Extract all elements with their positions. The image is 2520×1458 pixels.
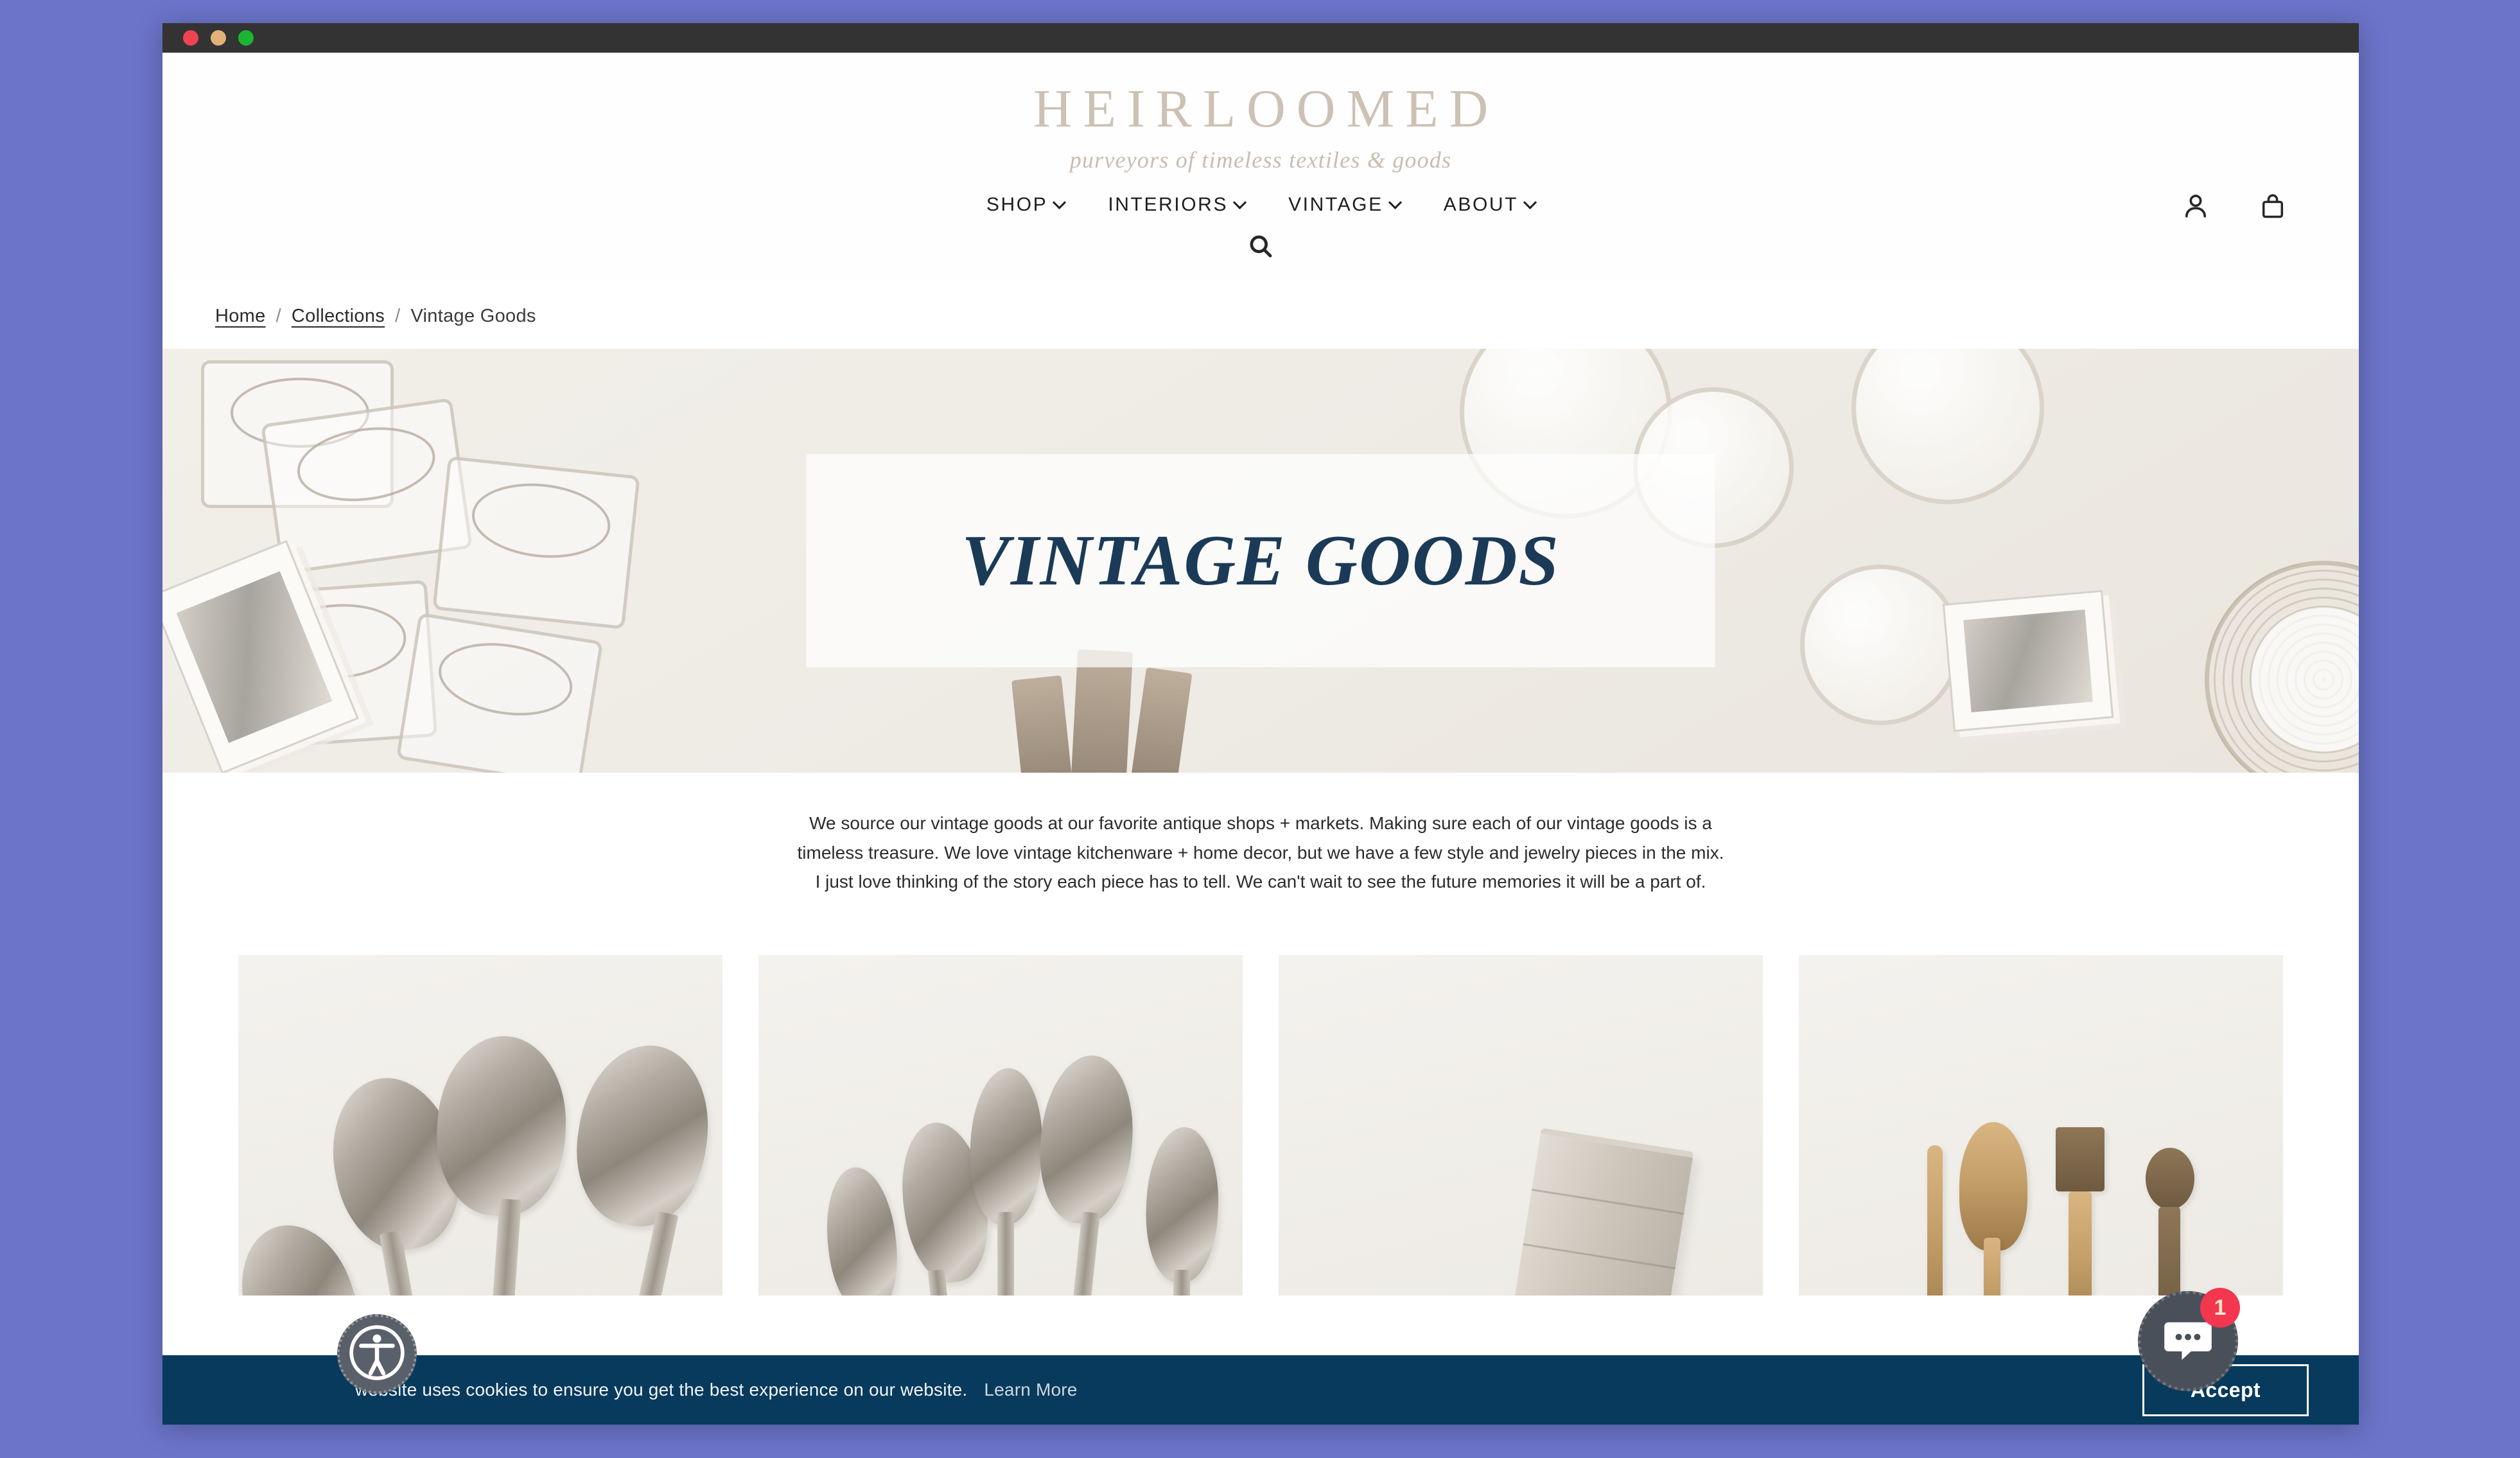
brand-wordmark: HEIRLOOMED <box>1033 79 1500 139</box>
nav-item-interiors[interactable]: INTERIORS <box>1108 194 1247 216</box>
cookie-consent-banner: website uses cookies to ensure you get t… <box>162 1355 2359 1425</box>
search-icon[interactable] <box>1247 233 1275 264</box>
product-image-spoons-trio <box>238 955 722 1296</box>
hero-decor-jar <box>396 612 604 773</box>
product-card[interactable] <box>238 955 722 1296</box>
product-card[interactable] <box>758 955 1243 1296</box>
hero-banner: VINTAGE GOODS <box>162 349 2359 773</box>
product-card[interactable] <box>1279 955 1763 1296</box>
intro-section: We source our vintage goods at our favor… <box>162 773 2359 922</box>
hero-decor-photo-stack <box>1942 590 2114 732</box>
hero-decor-wood <box>1011 675 1072 773</box>
product-card[interactable] <box>1799 955 2283 1296</box>
hero-decor-jar <box>432 456 640 630</box>
browser-window: HEIRLOOMED purveyors of timeless textile… <box>162 23 2359 1425</box>
page-scroll-area: HEIRLOOMED purveyors of timeless textile… <box>162 53 2359 1425</box>
window-close-button[interactable] <box>183 30 198 46</box>
nav-item-shop[interactable]: SHOP <box>986 194 1067 216</box>
product-image-tin-cup <box>1279 955 1763 1296</box>
hero-decor-wood <box>1131 667 1193 773</box>
page-title: VINTAGE GOODS <box>961 520 1560 601</box>
accessibility-widget-button[interactable] <box>337 1314 417 1394</box>
nav-label-vintage: VINTAGE <box>1288 194 1383 216</box>
window-maximize-button[interactable] <box>238 30 254 46</box>
breadcrumb: Home / Collections / Vintage Goods <box>162 281 2359 349</box>
nav-item-about[interactable]: ABOUT <box>1443 194 1537 216</box>
nav-label-shop: SHOP <box>986 194 1048 216</box>
window-minimize-button[interactable] <box>211 30 226 46</box>
chevron-down-icon <box>1388 195 1402 209</box>
chevron-down-icon <box>1232 195 1247 209</box>
hero-decor-plate-dotted <box>2205 561 2359 773</box>
nav-label-about: ABOUT <box>1443 194 1519 216</box>
breadcrumb-item-home[interactable]: Home <box>215 306 266 327</box>
cookie-learn-more-link[interactable]: Learn More <box>984 1380 1077 1400</box>
accessibility-icon <box>347 1323 407 1385</box>
chevron-down-icon <box>1523 195 1537 209</box>
product-image-wooden-utensils <box>1799 955 2283 1296</box>
header-actions <box>2181 191 2287 224</box>
hero-decor-plate <box>1800 565 1961 726</box>
breadcrumb-item-collections[interactable]: Collections <box>292 306 385 327</box>
cart-icon[interactable] <box>2259 191 2287 224</box>
breadcrumb-separator: / <box>276 306 281 327</box>
breadcrumb-item-current: Vintage Goods <box>410 306 536 327</box>
chat-widget-button[interactable]: 1 <box>2138 1288 2240 1391</box>
breadcrumb-separator: / <box>395 306 401 327</box>
nav-label-interiors: INTERIORS <box>1108 194 1229 216</box>
account-icon[interactable] <box>2181 191 2210 224</box>
chevron-down-icon <box>1053 195 1067 209</box>
search-row <box>162 233 2359 264</box>
navigation-row: SHOP INTERIORS VINTAGE ABOUT <box>162 185 2359 281</box>
nav-item-vintage[interactable]: VINTAGE <box>1288 194 1402 216</box>
collection-description: We source our vintage goods at our favor… <box>797 813 1724 891</box>
main-navigation: SHOP INTERIORS VINTAGE ABOUT <box>162 185 2359 216</box>
site-logo[interactable]: HEIRLOOMED purveyors of timeless textile… <box>162 79 2359 185</box>
chat-unread-badge: 1 <box>2200 1288 2240 1328</box>
hero-decor-wood <box>1071 649 1133 773</box>
hero-decor-plate <box>1851 349 2044 505</box>
brand-tagline: purveyors of timeless textiles & goods <box>1069 147 1452 173</box>
product-image-spoons-five <box>758 955 1243 1296</box>
hero-title-panel: VINTAGE GOODS <box>806 454 1715 668</box>
site-header: HEIRLOOMED purveyors of timeless textile… <box>162 53 2359 282</box>
product-grid <box>162 922 2359 1296</box>
cookie-message: website uses cookies to ensure you get t… <box>355 1380 968 1400</box>
window-titlebar <box>162 23 2359 53</box>
